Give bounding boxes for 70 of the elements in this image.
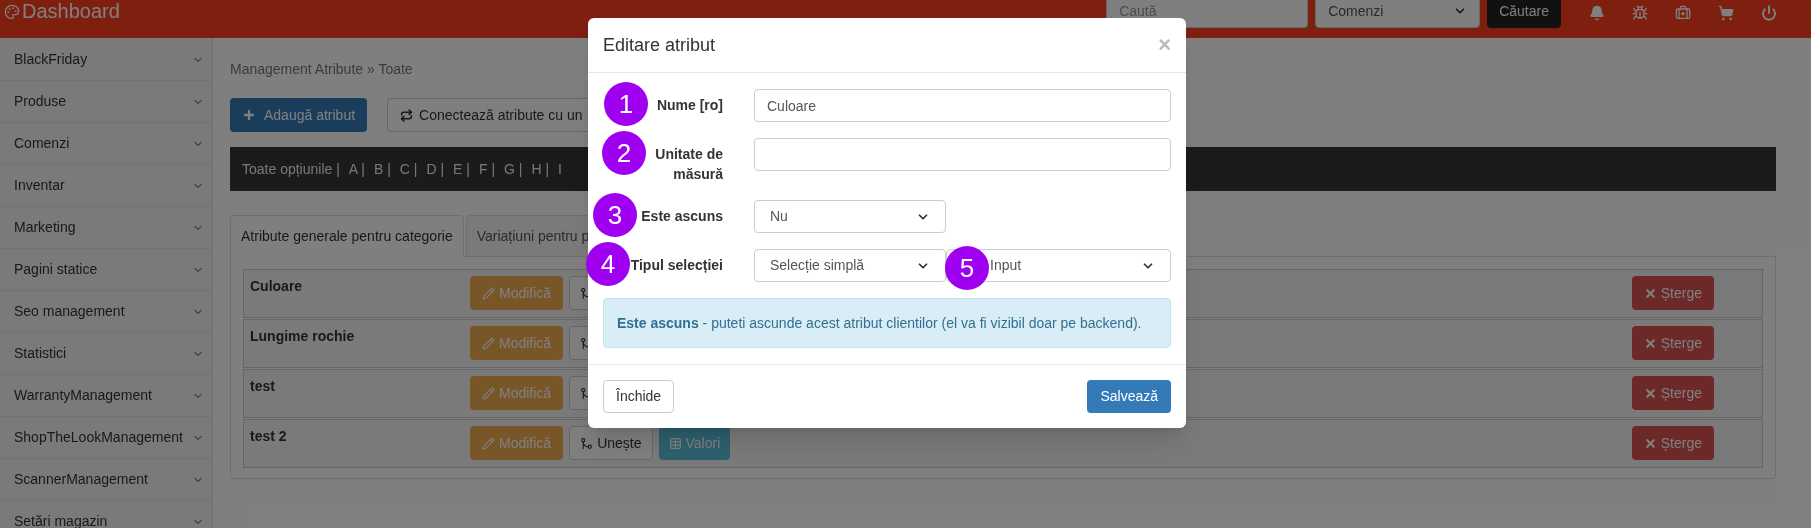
breadcrumb: Management Atribute » Toate bbox=[230, 60, 414, 79]
letter-link[interactable]: B | bbox=[373, 158, 391, 180]
sidebar-item[interactable]: Seo management bbox=[0, 291, 212, 333]
letter-link[interactable]: G | bbox=[504, 158, 523, 180]
close-icon bbox=[1643, 386, 1657, 400]
app-title: Dashboard bbox=[22, 0, 120, 23]
number-marker: 5 bbox=[945, 246, 989, 290]
info-alert: Este ascuns - puteti ascunde acest atribut clientilor (el va fi vizibil doar pe backend). bbox=[603, 298, 1171, 348]
scope-select[interactable]: Comenzi bbox=[1315, 0, 1481, 28]
close-icon bbox=[1643, 336, 1657, 350]
delete-button[interactable]: Șterge bbox=[1631, 376, 1714, 410]
sidebar-item[interactable]: WarrantyManagement bbox=[0, 375, 212, 417]
delete-button[interactable]: Șterge bbox=[1631, 276, 1714, 310]
text-field[interactable] bbox=[754, 138, 1171, 171]
pencil-icon bbox=[482, 386, 495, 400]
text-field[interactable]: Culoare bbox=[754, 89, 1171, 122]
close-icon bbox=[1643, 286, 1657, 300]
cart-icon[interactable] bbox=[1718, 5, 1734, 21]
sidebar-item[interactable]: ScannerManagement bbox=[0, 459, 212, 501]
select-field[interactable]: Selecție simplă bbox=[754, 249, 946, 282]
letter-link[interactable]: A | bbox=[348, 158, 365, 180]
delete-button[interactable]: Șterge bbox=[1631, 426, 1714, 460]
add-attribute-button[interactable]: Adaugă atribut bbox=[230, 98, 368, 132]
pencil-icon bbox=[482, 436, 495, 450]
sidebar-item[interactable]: Marketing bbox=[0, 207, 212, 249]
attribute-name: test bbox=[250, 377, 276, 396]
power-icon[interactable] bbox=[1761, 5, 1777, 21]
plus-icon bbox=[242, 108, 256, 122]
letter-link[interactable]: C | bbox=[399, 158, 418, 180]
letter-link[interactable]: D | bbox=[426, 158, 445, 180]
field-label: Tipul selecției bbox=[630, 256, 723, 275]
pencil-icon bbox=[482, 286, 495, 300]
number-marker: 1 bbox=[604, 82, 648, 126]
bug-icon[interactable] bbox=[1632, 5, 1648, 21]
select-field[interactable]: Nu bbox=[754, 200, 946, 233]
table-icon bbox=[668, 436, 682, 450]
close-dialog-button[interactable]: Închide bbox=[603, 380, 675, 413]
sidebar-item[interactable]: Inventar bbox=[0, 165, 212, 207]
repeat-icon bbox=[400, 108, 414, 122]
letter-link[interactable]: Toate opțiunile | bbox=[242, 158, 340, 180]
logo-icon bbox=[4, 4, 20, 20]
sidebar-item[interactable]: Pagini statice bbox=[0, 249, 212, 291]
letter-link[interactable]: E | bbox=[453, 158, 470, 180]
merge-icon bbox=[580, 436, 594, 450]
pencil-icon bbox=[482, 336, 495, 350]
sidebar-item[interactable]: Produse bbox=[0, 81, 212, 123]
sidebar-item[interactable]: Comenzi bbox=[0, 123, 212, 165]
attribute-name: test 2 bbox=[250, 427, 288, 446]
delete-button[interactable]: Șterge bbox=[1631, 326, 1714, 360]
medical-kit-icon[interactable] bbox=[1675, 5, 1691, 21]
sidebar-item[interactable]: ShopTheLookManagement bbox=[0, 417, 212, 459]
close-icon bbox=[1643, 436, 1657, 450]
search-button[interactable]: Căutare bbox=[1487, 0, 1561, 28]
attribute-name: Lungime rochie bbox=[250, 327, 356, 346]
letter-link[interactable]: H | bbox=[531, 158, 550, 180]
merge-button[interactable]: Unește bbox=[569, 426, 653, 460]
number-marker: 4 bbox=[586, 242, 630, 286]
save-button[interactable]: Salvează bbox=[1087, 380, 1171, 413]
sidebar-item[interactable]: Statistici bbox=[0, 333, 212, 375]
letter-link[interactable]: F | bbox=[478, 158, 496, 180]
number-marker: 2 bbox=[602, 131, 646, 175]
modal-title: Editare atribut bbox=[603, 33, 716, 57]
letter-link[interactable]: I bbox=[558, 158, 562, 180]
field-label: Unitate de măsură bbox=[654, 145, 723, 184]
number-marker: 3 bbox=[593, 193, 637, 237]
sidebar-item[interactable]: BlackFriday bbox=[0, 39, 212, 81]
bell-icon[interactable] bbox=[1589, 5, 1605, 21]
tab[interactable]: Atribute generale pentru categorie bbox=[230, 215, 464, 257]
sidebar-item[interactable]: Setări magazin bbox=[0, 501, 212, 528]
attribute-name: Culoare bbox=[250, 277, 304, 296]
